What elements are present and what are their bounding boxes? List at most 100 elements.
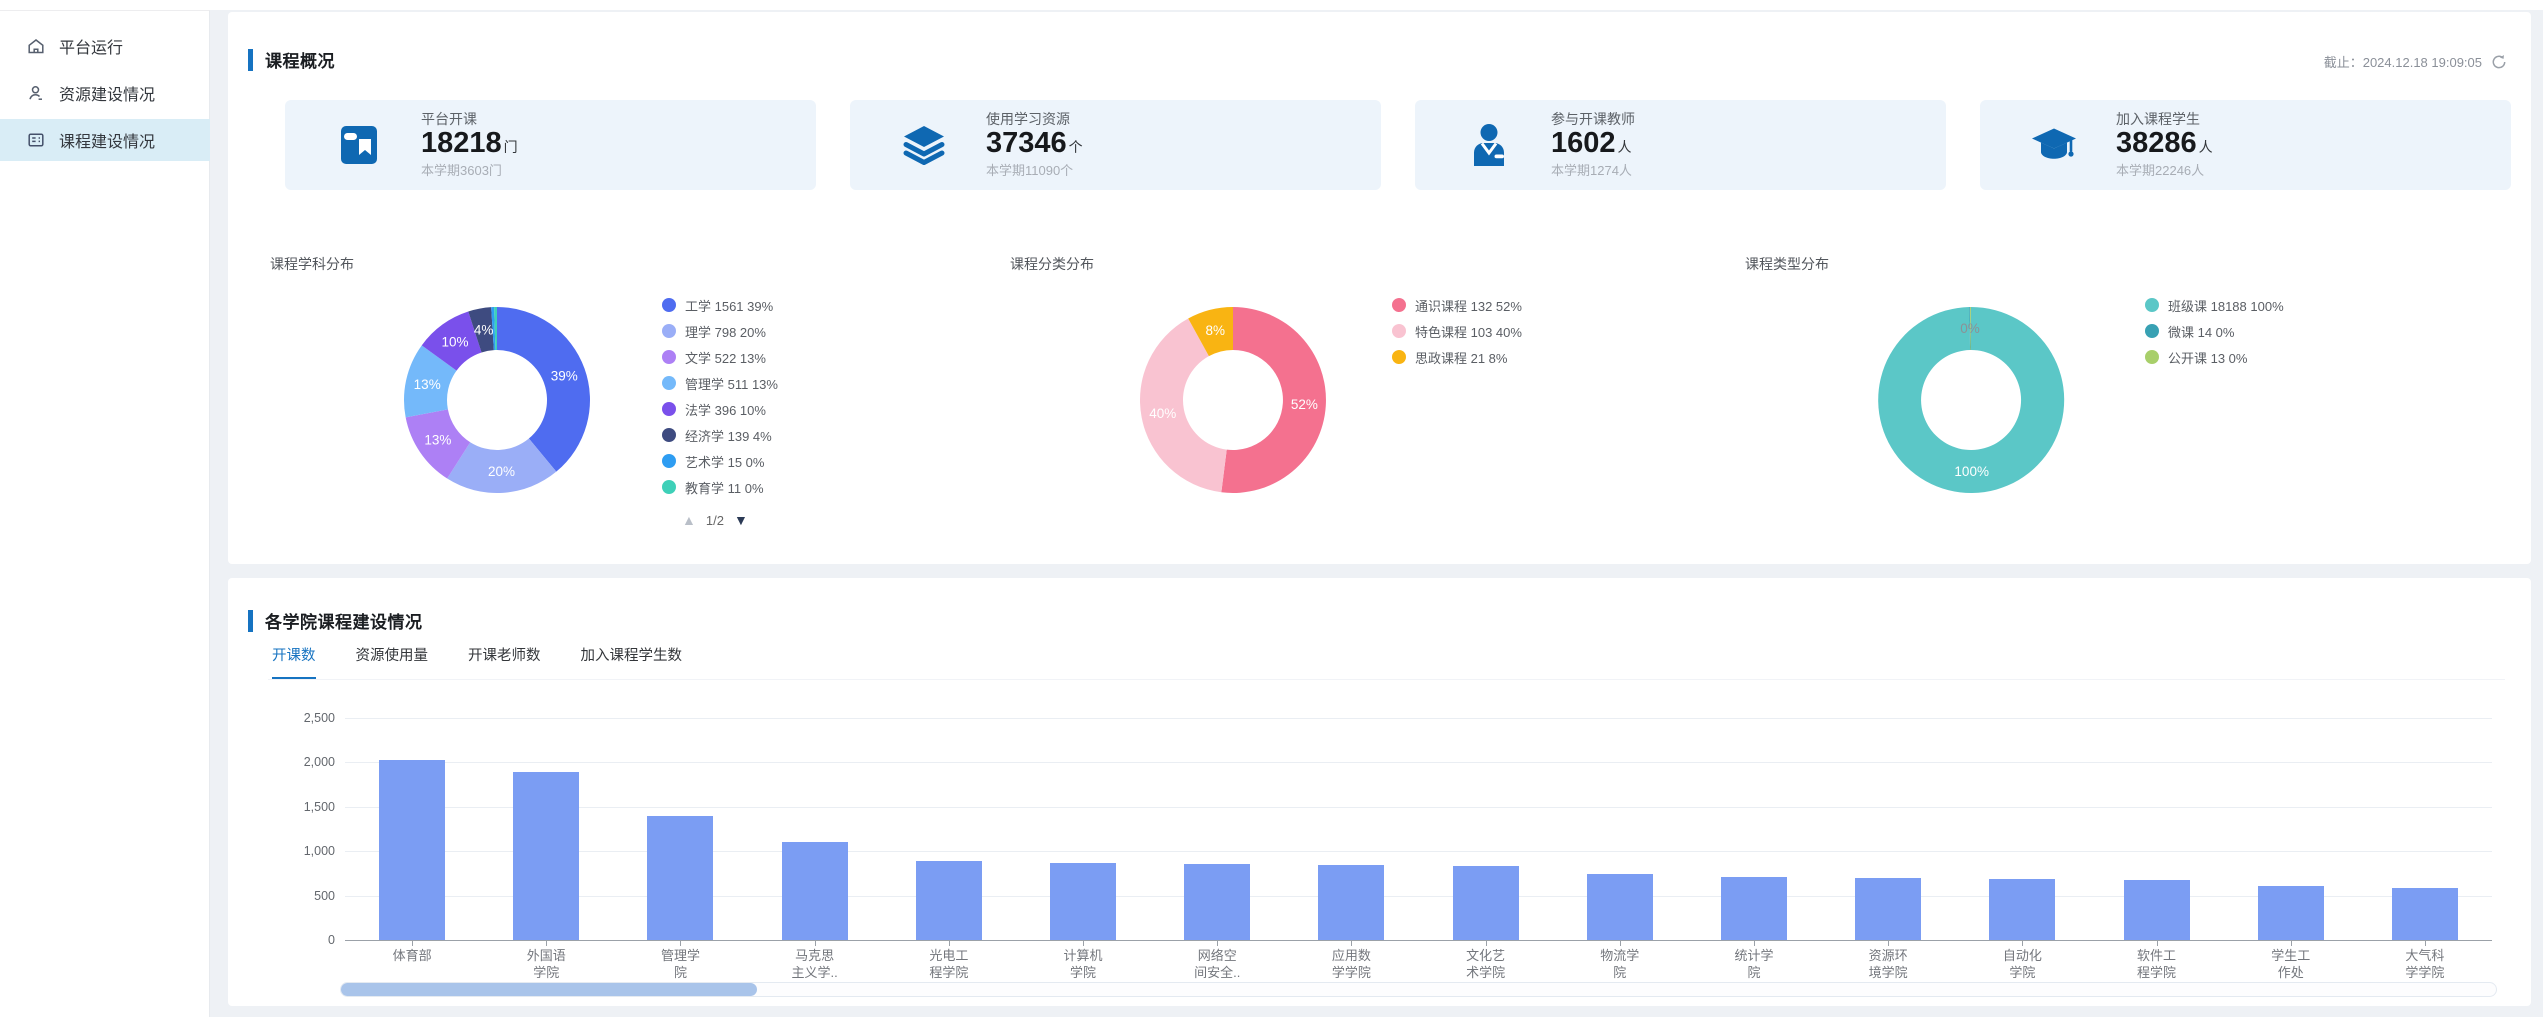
donut-title-2: 课程分类分布 (1010, 254, 1094, 274)
bar-学生工作处 (2258, 886, 2324, 940)
graduate-icon (2030, 121, 2078, 169)
stat-card-body: 使用学习资源37346个本学期11090个 (986, 111, 1083, 179)
x-axis-category-label: 体育部 (345, 947, 479, 964)
legend-item[interactable]: 艺术学 15 0% (662, 448, 778, 474)
x-axis-category-label: 管理学院 (613, 947, 747, 981)
bar-体育部 (379, 760, 445, 940)
x-axis-tick (1888, 941, 1889, 946)
colleges-card: 各学院课程建设情况 开课数资源使用量开课老师数加入课程学生数 05001,000… (228, 578, 2531, 1006)
svg-text:52%: 52% (1291, 397, 1318, 412)
svg-text:4%: 4% (474, 322, 494, 337)
x-label-line: 外国语 (479, 947, 613, 964)
legend-label: 班级课 18188 100% (2168, 296, 2284, 315)
sidebar-item-1[interactable]: 平台运行 (0, 25, 210, 67)
bar-光电工程学院 (916, 861, 982, 940)
legend-item[interactable]: 法学 396 10% (662, 396, 778, 422)
legend-label: 管理学 511 13% (685, 374, 778, 393)
legend-item[interactable]: 思政课程 21 8% (1392, 344, 1522, 370)
x-label-line: 软件工 (2089, 947, 2223, 964)
x-label-line: 管理学 (613, 947, 747, 964)
legend-item[interactable]: 通识课程 132 52% (1392, 292, 1522, 318)
course-icon (26, 130, 46, 150)
stat-unit: 人 (1618, 139, 1632, 155)
legend-page-down-icon[interactable]: ▼ (734, 512, 748, 528)
bar-软件工程学院 (2124, 880, 2190, 940)
legend-page-indicator: 1/2 (706, 513, 724, 528)
legend-item[interactable]: 工学 1561 39% (662, 292, 778, 318)
x-axis-tick (1083, 941, 1084, 946)
legend-item[interactable]: 微课 14 0% (2145, 318, 2284, 344)
x-label-line: 网络空 (1150, 947, 1284, 964)
x-label-line: 体育部 (345, 947, 479, 964)
sidebar-item-label: 资源建设情况 (59, 81, 155, 105)
legend-dot (2145, 298, 2159, 312)
x-axis-tick (546, 941, 547, 946)
legend-item[interactable]: 特色课程 103 40% (1392, 318, 1522, 344)
stat-value-row: 18218门 (421, 128, 518, 163)
legend-item[interactable]: 文学 522 13% (662, 344, 778, 370)
stat-subtext: 本学期1274人 (1551, 163, 1635, 179)
x-label-line: 学院 (479, 964, 613, 981)
bar-大气科学学院 (2392, 888, 2458, 940)
teacher-icon (1465, 121, 1513, 169)
legend-page-up-icon[interactable]: ▲ (682, 512, 696, 528)
legend-item[interactable]: 经济学 139 4% (662, 422, 778, 448)
x-label-line: 文化艺 (1419, 947, 1553, 964)
donut-title-3: 课程类型分布 (1745, 254, 1829, 274)
legend-item[interactable]: 管理学 511 13% (662, 370, 778, 396)
chart-scrollbar-track[interactable] (340, 982, 2497, 997)
stat-value: 18218 (421, 127, 502, 159)
x-label-line: 学院 (1955, 964, 2089, 981)
stat-unit: 门 (504, 139, 518, 155)
stat-card-body: 加入课程学生38286人本学期22246人 (2116, 111, 2213, 179)
legend-item[interactable]: 公开课 13 0% (2145, 344, 2284, 370)
stat-value: 37346 (986, 127, 1067, 159)
sidebar-item-2[interactable]: 资源建设情况 (0, 72, 210, 114)
stat-label: 加入课程学生 (2116, 111, 2213, 128)
svg-text:13%: 13% (424, 433, 451, 448)
refresh-icon[interactable] (2491, 54, 2507, 70)
bar-应用数学学院 (1318, 865, 1384, 940)
sidebar-item-3[interactable]: 课程建设情况 (0, 119, 210, 161)
x-label-line: 主义学.. (748, 964, 882, 981)
bar-资源环境学院 (1855, 878, 1921, 940)
legend-item[interactable]: 班级课 18188 100% (2145, 292, 2284, 318)
x-axis-line (345, 940, 2492, 941)
legend-label: 公开课 13 0% (2168, 348, 2247, 367)
chart-scrollbar-handle[interactable] (341, 983, 757, 996)
bar-chart: 05001,0001,5002,0002,500体育部外国语学院管理学院马克思主… (228, 578, 2531, 1006)
x-label-line: 院 (1687, 964, 1821, 981)
legend-dot (662, 324, 676, 338)
legend-dot (662, 402, 676, 416)
x-label-line: 物流学 (1553, 947, 1687, 964)
x-axis-tick (949, 941, 950, 946)
x-axis-category-label: 外国语学院 (479, 947, 613, 981)
x-label-line: 自动化 (1955, 947, 2089, 964)
sidebar-item-label: 课程建设情况 (59, 128, 155, 152)
bar-统计学院 (1721, 877, 1787, 940)
legend-item[interactable]: 教育学 11 0% (662, 474, 778, 500)
bar-外国语学院 (513, 772, 579, 940)
y-axis-tick-label: 500 (263, 890, 335, 902)
svg-text:8%: 8% (1205, 323, 1225, 338)
legend-label: 文学 522 13% (685, 348, 766, 367)
x-axis-tick (680, 941, 681, 946)
legend-dot (1392, 350, 1406, 364)
legend-pagination: ▲ 1/2 ▼ (682, 512, 748, 528)
bar-物流学院 (1587, 874, 1653, 940)
stat-label: 平台开课 (421, 111, 518, 128)
sidebar-item-label: 平台运行 (59, 34, 123, 58)
bar-管理学院 (647, 816, 713, 940)
donut-legend-3: 班级课 18188 100% 微课 14 0% 公开课 13 0% (2145, 292, 2284, 370)
stat-value: 1602 (1551, 127, 1616, 159)
svg-text:13%: 13% (414, 377, 441, 392)
x-label-line: 境学院 (1821, 964, 1955, 981)
x-label-line: 作处 (2224, 964, 2358, 981)
legend-item[interactable]: 理学 798 20% (662, 318, 778, 344)
x-label-line: 统计学 (1687, 947, 1821, 964)
svg-text:10%: 10% (441, 335, 468, 350)
y-axis-tick-label: 1,500 (263, 801, 335, 813)
x-label-line: 院 (1553, 964, 1687, 981)
x-label-line: 学学院 (1284, 964, 1418, 981)
x-axis-tick (1351, 941, 1352, 946)
